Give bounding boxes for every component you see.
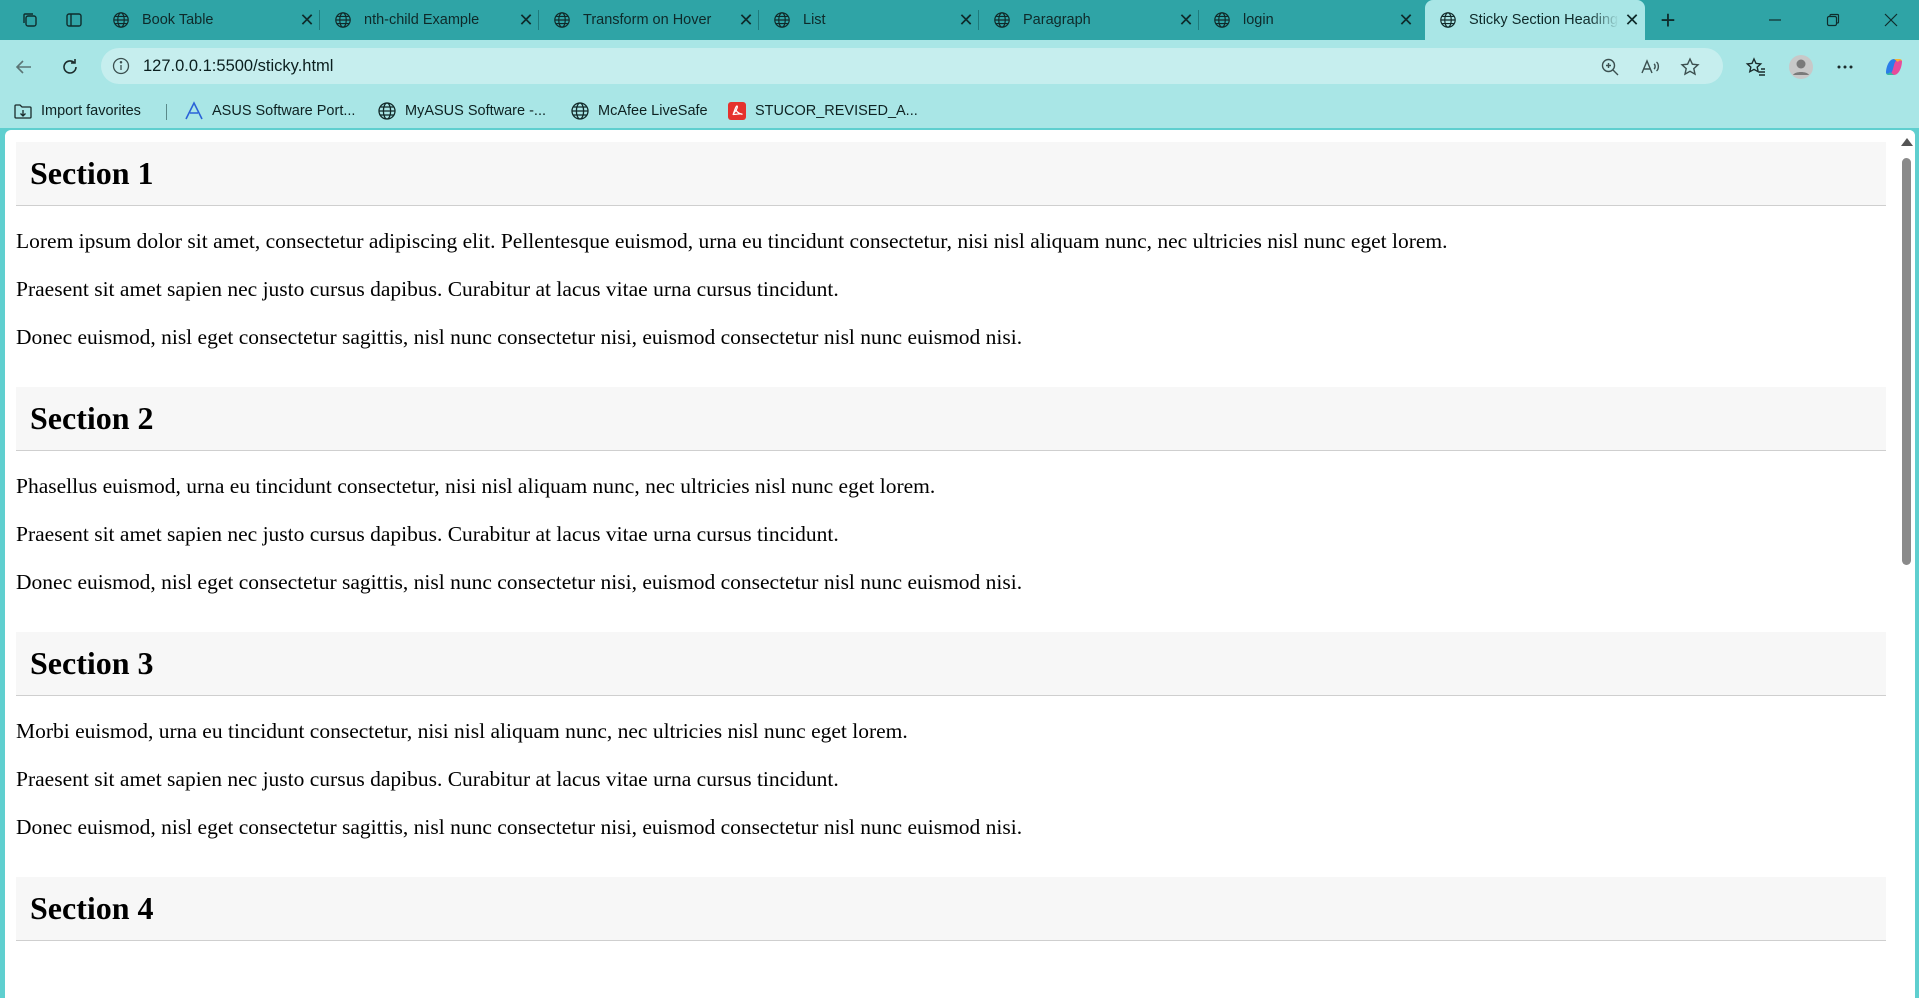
favorite-import-favorites[interactable]: Import favorites <box>13 100 141 122</box>
globe-icon <box>335 12 351 28</box>
section-heading: Section 1 <box>30 155 154 191</box>
back-button[interactable] <box>10 53 38 81</box>
page-viewport: Section 1 Lorem ipsum dolor sit amet, co… <box>5 130 1915 998</box>
section-header: Section 3 <box>16 632 1886 696</box>
minimize-button[interactable] <box>1750 0 1800 40</box>
tab-actions-icon[interactable] <box>60 6 88 34</box>
paragraph: Lorem ipsum dolor sit amet, consectetur … <box>16 229 1448 253</box>
tab-label: nth-child Example <box>364 12 480 28</box>
globe-icon <box>554 12 570 28</box>
tab-label: Paragraph <box>1023 12 1091 28</box>
close-icon[interactable]: ✕ <box>953 10 979 31</box>
url-text[interactable]: 127.0.0.1:5500/sticky.html <box>143 57 333 76</box>
page-content: Section 1 Lorem ipsum dolor sit amet, co… <box>16 142 1886 978</box>
scrollbar-thumb[interactable] <box>1902 158 1911 565</box>
import-favorites-icon <box>13 101 33 121</box>
paragraph: Praesent sit amet sapien nec justo cursu… <box>16 522 839 546</box>
paragraph: Phasellus euismod, urna eu tincidunt con… <box>16 474 936 498</box>
close-icon[interactable]: ✕ <box>513 10 539 31</box>
close-icon[interactable]: ✕ <box>733 10 759 31</box>
globe-icon <box>377 101 397 121</box>
address-bar[interactable]: 127.0.0.1:5500/sticky.html <box>101 48 1723 84</box>
vertical-scrollbar[interactable] <box>1897 130 1915 998</box>
paragraph: Donec euismod, nisl eget consectetur sag… <box>16 325 1023 349</box>
favorites-divider <box>166 104 167 120</box>
favorite-label: Import favorites <box>41 103 141 119</box>
favorite-label: STUCOR_REVISED_A... <box>755 103 918 119</box>
tab-transform-on-hover[interactable]: Transform on Hover ✕ <box>539 0 759 40</box>
tab-login[interactable]: login ✕ <box>1199 0 1419 40</box>
more-options-icon[interactable] <box>1831 53 1859 81</box>
favorites-icon[interactable] <box>1742 53 1770 81</box>
minimize-icon <box>1769 19 1781 21</box>
copilot-icon[interactable] <box>1880 53 1908 81</box>
favorites-bar: Import favorites ASUS Software Port... M… <box>0 94 1919 128</box>
section-4: Section 4 <box>16 877 1886 941</box>
tab-label: login <box>1243 12 1274 28</box>
globe-icon <box>570 101 590 121</box>
site-info-icon[interactable] <box>111 56 131 76</box>
tab-label: List <box>803 12 826 28</box>
globe-icon <box>113 12 129 28</box>
tab-list[interactable]: List ✕ <box>759 0 979 40</box>
paragraph: Praesent sit amet sapien nec justo cursu… <box>16 767 839 791</box>
globe-icon <box>994 12 1010 28</box>
pdf-icon <box>727 101 747 121</box>
read-aloud-icon[interactable] <box>1639 56 1661 78</box>
favorite-asus-software-portal[interactable]: ASUS Software Port... <box>184 100 355 122</box>
close-window-button[interactable] <box>1866 0 1916 40</box>
tab-paragraph[interactable]: Paragraph ✕ <box>979 0 1199 40</box>
restore-button[interactable] <box>1808 0 1858 40</box>
favorite-mcafee-livesafe[interactable]: McAfee LiveSafe <box>570 100 708 122</box>
favorite-myasus-software[interactable]: MyASUS Software -... <box>377 100 546 122</box>
favorite-label: McAfee LiveSafe <box>598 103 708 119</box>
profile-avatar[interactable] <box>1787 53 1815 81</box>
restore-icon <box>1826 13 1840 27</box>
section-header: Section 2 <box>16 387 1886 451</box>
scroll-up-arrow-icon[interactable] <box>1901 138 1913 146</box>
tab-label: Book Table <box>142 12 214 28</box>
close-icon[interactable]: ✕ <box>294 10 320 31</box>
section-2: Section 2 Phasellus euismod, urna eu tin… <box>16 387 1886 595</box>
back-arrow-icon <box>15 60 31 74</box>
tab-sticky-section-headings[interactable]: Sticky Section Headings ✕ <box>1425 0 1645 40</box>
refresh-icon <box>63 59 77 74</box>
favorite-label: ASUS Software Port... <box>212 103 356 119</box>
close-icon[interactable]: ✕ <box>1393 10 1419 31</box>
paragraph: Donec euismod, nisl eget consectetur sag… <box>16 570 1023 594</box>
section-heading: Section 2 <box>30 400 154 436</box>
paragraph: Praesent sit amet sapien nec justo cursu… <box>16 277 839 301</box>
globe-icon <box>1214 12 1230 28</box>
profile-icon <box>1789 55 1813 79</box>
zoom-icon[interactable] <box>1599 56 1621 78</box>
tab-label: Sticky Section Headings <box>1469 12 1619 28</box>
favorite-stucor-revised[interactable]: STUCOR_REVISED_A... <box>727 100 918 122</box>
asus-logo-icon <box>184 101 204 121</box>
new-tab-button[interactable]: + <box>1652 4 1684 36</box>
paragraph: Morbi euismod, urna eu tincidunt consect… <box>16 719 908 743</box>
tab-strip: Book Table ✕ nth-child Example ✕ Transfo… <box>0 0 1919 40</box>
section-heading: Section 4 <box>30 890 154 926</box>
favorite-label: MyASUS Software -... <box>405 103 547 119</box>
close-icon <box>1884 13 1898 27</box>
refresh-button[interactable] <box>56 53 84 81</box>
globe-icon <box>774 12 790 28</box>
section-1: Section 1 Lorem ipsum dolor sit amet, co… <box>16 142 1886 350</box>
tab-book-table[interactable]: Book Table ✕ <box>98 0 320 40</box>
tab-nth-child-example[interactable]: nth-child Example ✕ <box>320 0 539 40</box>
close-icon[interactable]: ✕ <box>1619 10 1645 31</box>
globe-icon <box>1440 12 1456 28</box>
section-header: Section 1 <box>16 142 1886 206</box>
section-3: Section 3 Morbi euismod, urna eu tincidu… <box>16 632 1886 840</box>
section-header: Section 4 <box>16 877 1886 941</box>
paragraph: Donec euismod, nisl eget consectetur sag… <box>16 815 1023 839</box>
plus-icon: + <box>1660 4 1676 35</box>
favorite-star-icon[interactable] <box>1679 56 1701 78</box>
close-icon[interactable]: ✕ <box>1173 10 1199 31</box>
workspaces-icon[interactable] <box>16 6 44 34</box>
section-heading: Section 3 <box>30 645 154 681</box>
toolbar: 127.0.0.1:5500/sticky.html <box>0 40 1919 94</box>
tab-label: Transform on Hover <box>583 12 712 28</box>
